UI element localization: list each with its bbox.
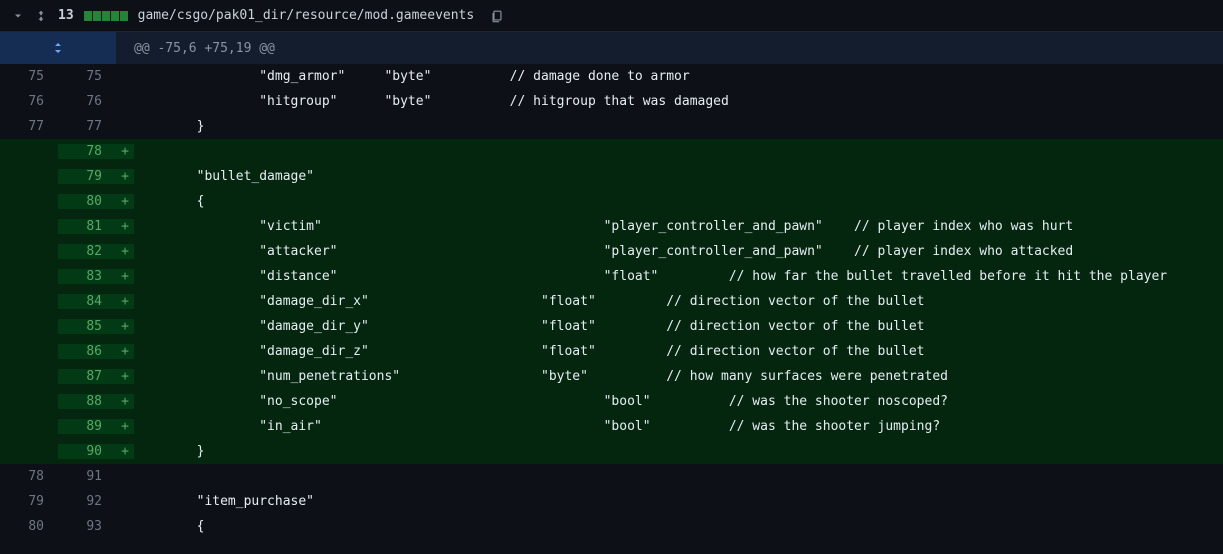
code-content: "item_purchase" — [134, 494, 1223, 509]
diff-lines: 7575 "dmg_armor" "byte" // damage done t… — [0, 64, 1223, 539]
old-line-number: 79 — [0, 494, 58, 509]
new-line-number: 88 — [58, 394, 116, 409]
code-line[interactable]: 7575 "dmg_armor" "byte" // damage done t… — [0, 64, 1223, 89]
code-line[interactable]: 90+ } — [0, 439, 1223, 464]
new-line-number: 85 — [58, 319, 116, 334]
new-line-number: 87 — [58, 369, 116, 384]
code-content: "no_scope" "bool" // was the shooter nos… — [134, 394, 1223, 409]
new-line-number: 92 — [58, 494, 116, 509]
code-line[interactable]: 87+ "num_penetrations" "byte" // how man… — [0, 364, 1223, 389]
new-line-number: 78 — [58, 144, 116, 159]
code-content: "bullet_damage" — [134, 169, 1223, 184]
code-line[interactable]: 80+ { — [0, 189, 1223, 214]
diff-sign: + — [116, 269, 134, 284]
diff-sign: + — [116, 394, 134, 409]
new-line-number: 86 — [58, 344, 116, 359]
code-content: "num_penetrations" "byte" // how many su… — [134, 369, 1223, 384]
new-line-number: 82 — [58, 244, 116, 259]
code-content: "distance" "float" // how far the bullet… — [134, 269, 1223, 284]
new-line-number: 90 — [58, 444, 116, 459]
code-content: "in_air" "bool" // was the shooter jumpi… — [134, 419, 1223, 434]
diff-sign: + — [116, 369, 134, 384]
diff-stat-bars — [84, 11, 128, 21]
code-content: "damage_dir_y" "float" // direction vect… — [134, 319, 1223, 334]
diff-sign: + — [116, 219, 134, 234]
hunk-range: @@ -75,6 +75,19 @@ — [116, 41, 275, 56]
hunk-header: @@ -75,6 +75,19 @@ — [0, 32, 1223, 64]
code-line[interactable]: 88+ "no_scope" "bool" // was the shooter… — [0, 389, 1223, 414]
code-line[interactable]: 7891 — [0, 464, 1223, 489]
diff-sign: + — [116, 419, 134, 434]
diff-sign: + — [116, 294, 134, 309]
diff-sign: + — [116, 194, 134, 209]
old-line-number: 76 — [0, 94, 58, 109]
old-line-number: 78 — [0, 469, 58, 484]
code-content: } — [134, 444, 1223, 459]
diff-sign: + — [116, 169, 134, 184]
code-content: { — [134, 519, 1223, 534]
new-line-number: 80 — [58, 194, 116, 209]
code-line[interactable]: 89+ "in_air" "bool" // was the shooter j… — [0, 414, 1223, 439]
code-line[interactable]: 8093 { — [0, 514, 1223, 539]
file-path[interactable]: game/csgo/pak01_dir/resource/mod.gameeve… — [138, 8, 475, 23]
code-content: "damage_dir_x" "float" // direction vect… — [134, 294, 1223, 309]
diff-sign: + — [116, 444, 134, 459]
new-line-number: 81 — [58, 219, 116, 234]
code-line[interactable]: 82+ "attacker" "player_controller_and_pa… — [0, 239, 1223, 264]
new-line-number: 84 — [58, 294, 116, 309]
new-line-number: 76 — [58, 94, 116, 109]
diff-sign: + — [116, 344, 134, 359]
diff-sign: + — [116, 144, 134, 159]
new-line-number: 93 — [58, 519, 116, 534]
code-content: } — [134, 119, 1223, 134]
code-line[interactable]: 7676 "hitgroup" "byte" // hitgroup that … — [0, 89, 1223, 114]
code-content: "dmg_armor" "byte" // damage done to arm… — [134, 69, 1223, 84]
code-line[interactable]: 78+ — [0, 139, 1223, 164]
old-line-number: 77 — [0, 119, 58, 134]
old-line-number: 80 — [0, 519, 58, 534]
code-line[interactable]: 7992 "item_purchase" — [0, 489, 1223, 514]
new-line-number: 79 — [58, 169, 116, 184]
code-line[interactable]: 7777 } — [0, 114, 1223, 139]
new-line-number: 91 — [58, 469, 116, 484]
copy-icon[interactable] — [490, 9, 504, 23]
code-line[interactable]: 83+ "distance" "float" // how far the bu… — [0, 264, 1223, 289]
code-content: "victim" "player_controller_and_pawn" //… — [134, 219, 1223, 234]
code-content: "attacker" "player_controller_and_pawn" … — [134, 244, 1223, 259]
old-line-number: 75 — [0, 69, 58, 84]
code-line[interactable]: 85+ "damage_dir_y" "float" // direction … — [0, 314, 1223, 339]
code-line[interactable]: 81+ "victim" "player_controller_and_pawn… — [0, 214, 1223, 239]
code-content: "hitgroup" "byte" // hitgroup that was d… — [134, 94, 1223, 109]
code-line[interactable]: 84+ "damage_dir_x" "float" // direction … — [0, 289, 1223, 314]
new-line-number: 89 — [58, 419, 116, 434]
chevron-down-icon[interactable] — [12, 10, 24, 22]
new-line-number: 83 — [58, 269, 116, 284]
code-content: { — [134, 194, 1223, 209]
diff-sign: + — [116, 244, 134, 259]
new-line-number: 75 — [58, 69, 116, 84]
new-line-number: 77 — [58, 119, 116, 134]
change-count: 13 — [58, 8, 74, 23]
code-line[interactable]: 79+ "bullet_damage" — [0, 164, 1223, 189]
file-header: 13 game/csgo/pak01_dir/resource/mod.game… — [0, 0, 1223, 32]
expand-icon[interactable] — [34, 9, 48, 23]
code-line[interactable]: 86+ "damage_dir_z" "float" // direction … — [0, 339, 1223, 364]
expand-hunk-button[interactable] — [0, 32, 116, 64]
diff-sign: + — [116, 319, 134, 334]
code-content: "damage_dir_z" "float" // direction vect… — [134, 344, 1223, 359]
